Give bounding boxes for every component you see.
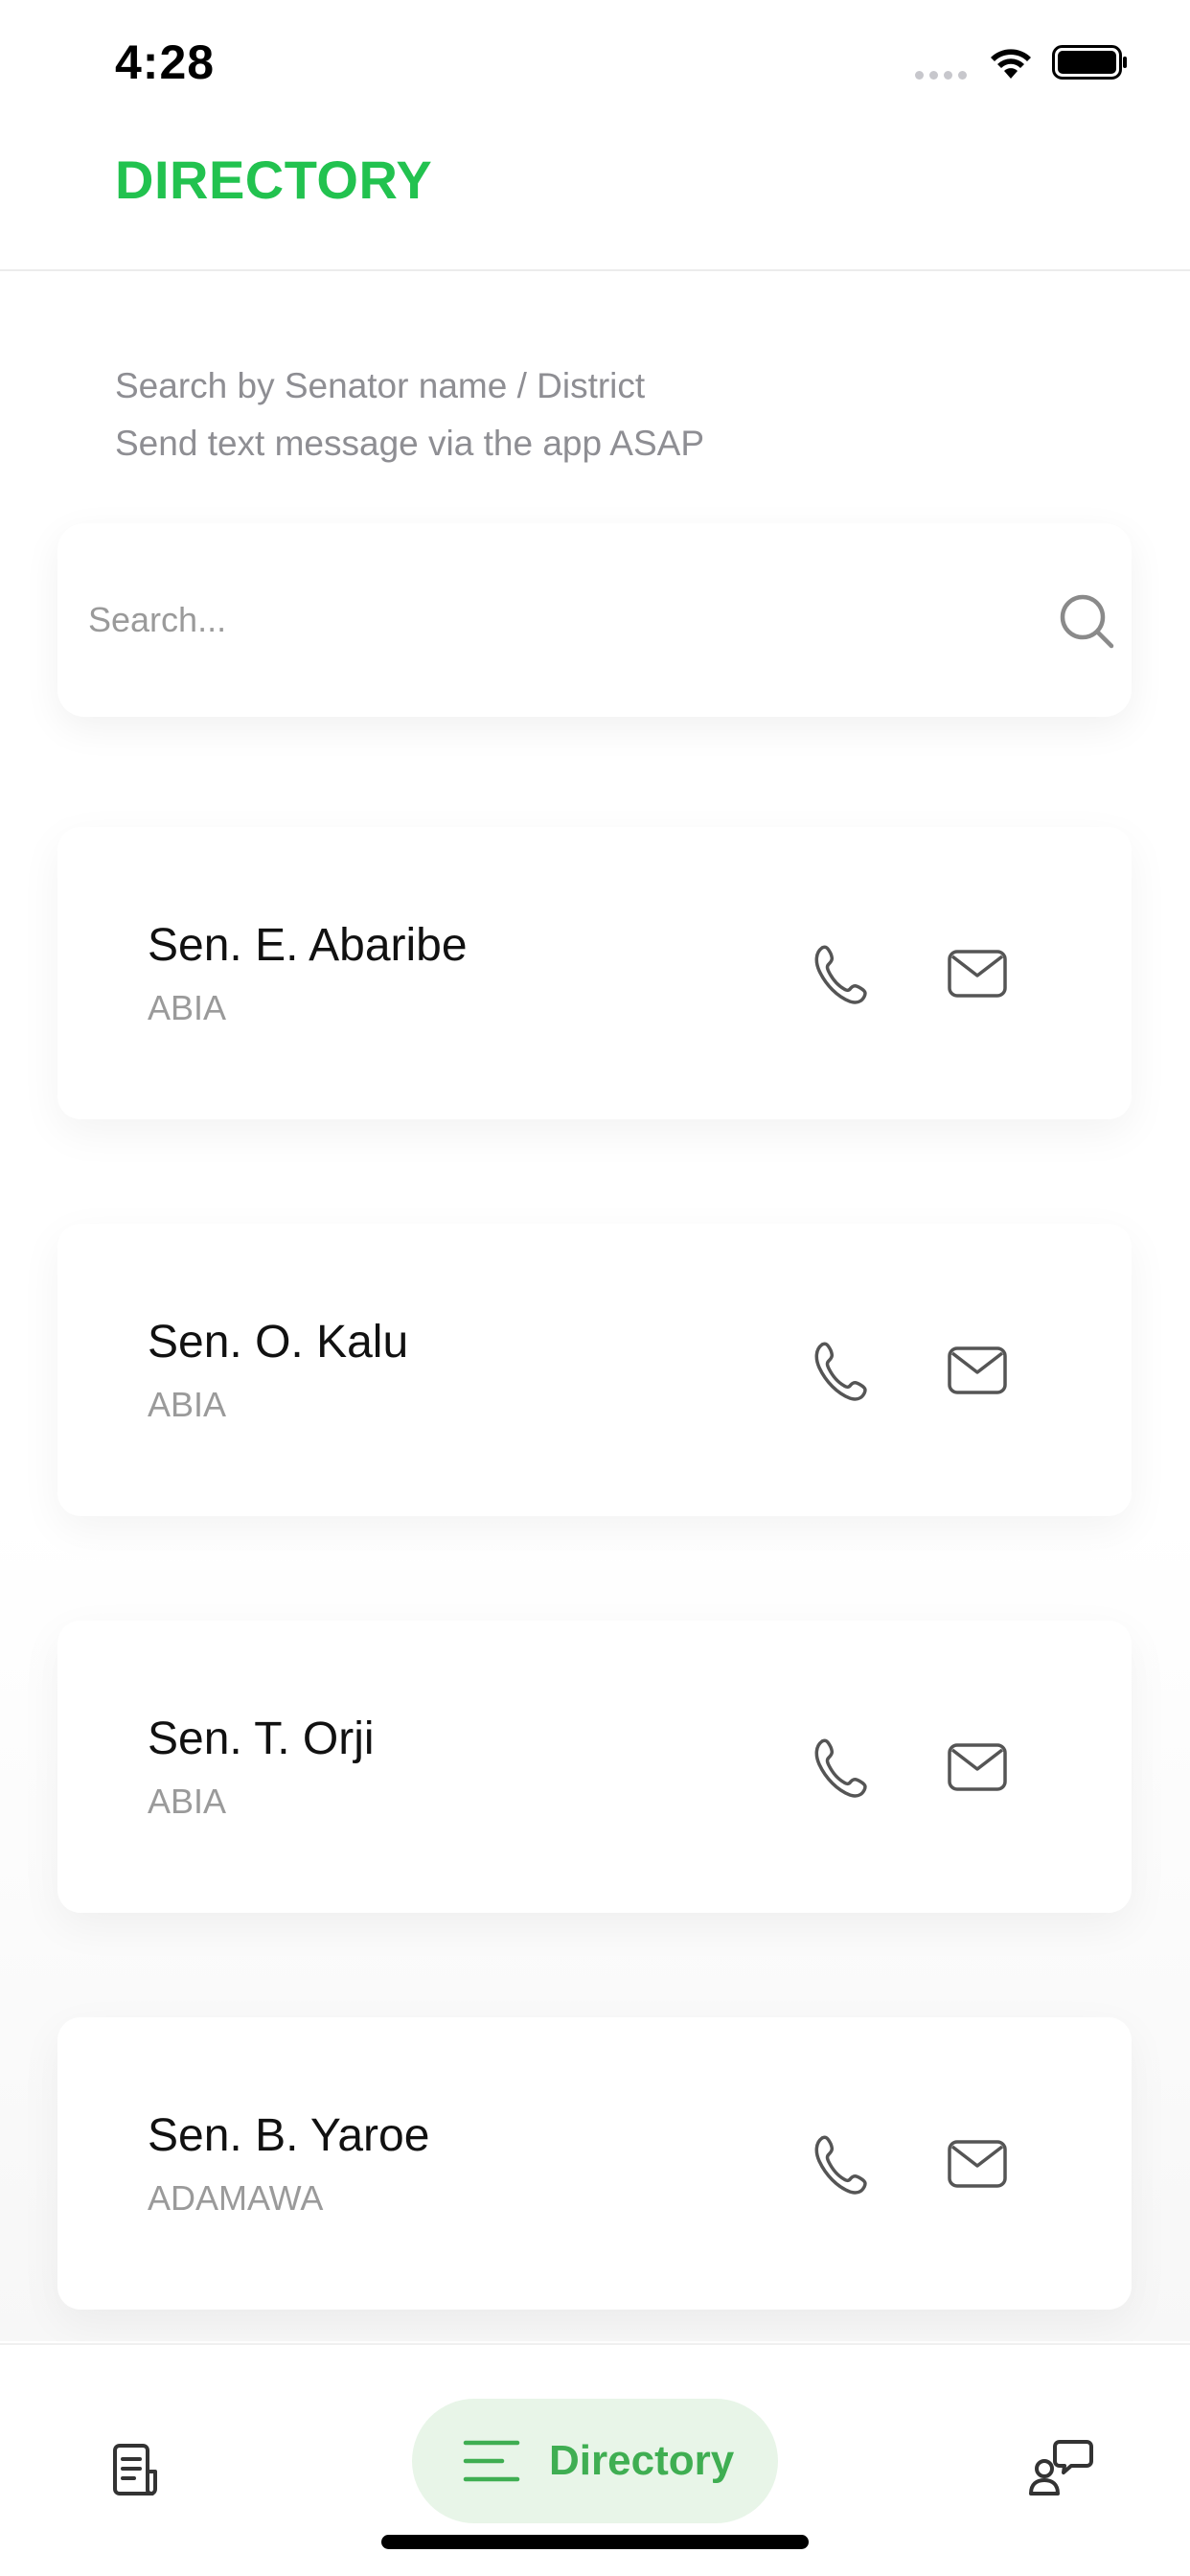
search-box xyxy=(57,523,1132,717)
page-title: DIRECTORY xyxy=(115,150,433,210)
nav-directory-label: Directory xyxy=(549,2437,735,2484)
call-button[interactable] xyxy=(795,1724,881,1810)
instruction-line-message: Send text message via the app ASAP xyxy=(115,424,704,463)
senator-district: ABIA xyxy=(148,988,227,1027)
senator-district: ADAMAWA xyxy=(148,2178,324,2218)
instructions: Search by Senator name / District Send t… xyxy=(115,357,704,472)
senator-card[interactable]: Sen. T. Orji ABIA xyxy=(57,1621,1132,1913)
phone-icon xyxy=(814,1738,867,1798)
email-button[interactable] xyxy=(929,1724,1025,1810)
senator-district: ABIA xyxy=(148,1385,227,1424)
senator-district: ABIA xyxy=(148,1782,227,1821)
envelope-icon xyxy=(948,1346,1007,1394)
senator-name: Sen. O. Kalu xyxy=(148,1317,409,1368)
nav-news-button[interactable] xyxy=(96,2431,172,2508)
envelope-icon xyxy=(948,950,1007,998)
chat-user-icon xyxy=(1029,2440,1093,2496)
senator-name: Sen. T. Orji xyxy=(148,1714,375,1764)
phone-icon xyxy=(814,1342,867,1401)
news-icon xyxy=(113,2444,157,2496)
senator-list: Sen. E. Abaribe ABIA Sen. O. Kalu ABIA S… xyxy=(57,827,1132,2414)
battery-icon xyxy=(1052,45,1127,80)
search-input[interactable] xyxy=(86,576,952,664)
phone-icon xyxy=(814,2135,867,2195)
menu-lines-icon xyxy=(463,2440,520,2482)
cellular-signal-icon xyxy=(915,71,967,80)
email-button[interactable] xyxy=(929,1327,1025,1414)
senator-card[interactable]: Sen. O. Kalu ABIA xyxy=(57,1224,1132,1516)
status-bar: 4:28 xyxy=(0,0,1190,129)
nav-directory-button[interactable]: Directory xyxy=(412,2399,778,2523)
envelope-icon xyxy=(948,2140,1007,2188)
instruction-line-search: Search by Senator name / District xyxy=(115,366,646,405)
nav-chat-button[interactable] xyxy=(1018,2424,1104,2510)
envelope-icon xyxy=(948,1743,1007,1791)
senator-card[interactable]: Sen. E. Abaribe ABIA xyxy=(57,827,1132,1119)
senator-name: Sen. B. Yaroe xyxy=(148,2110,430,2161)
senator-name: Sen. E. Abaribe xyxy=(148,920,468,971)
app-screen: 4:28 DIRECTORY Search by Senator name / … xyxy=(0,0,1190,2576)
search-icon[interactable] xyxy=(1054,588,1121,656)
call-button[interactable] xyxy=(795,931,881,1017)
senator-card[interactable]: Sen. B. Yaroe ADAMAWA xyxy=(57,2017,1132,2310)
home-indicator xyxy=(381,2535,809,2549)
status-time: 4:28 xyxy=(115,35,216,89)
phone-icon xyxy=(814,945,867,1004)
app-header: DIRECTORY xyxy=(0,129,1190,271)
call-button[interactable] xyxy=(795,1327,881,1414)
directory-content: Search by Senator name / District Send t… xyxy=(0,271,1190,2341)
call-button[interactable] xyxy=(795,2121,881,2207)
wifi-icon xyxy=(991,49,1031,79)
email-button[interactable] xyxy=(929,931,1025,1017)
email-button[interactable] xyxy=(929,2121,1025,2207)
